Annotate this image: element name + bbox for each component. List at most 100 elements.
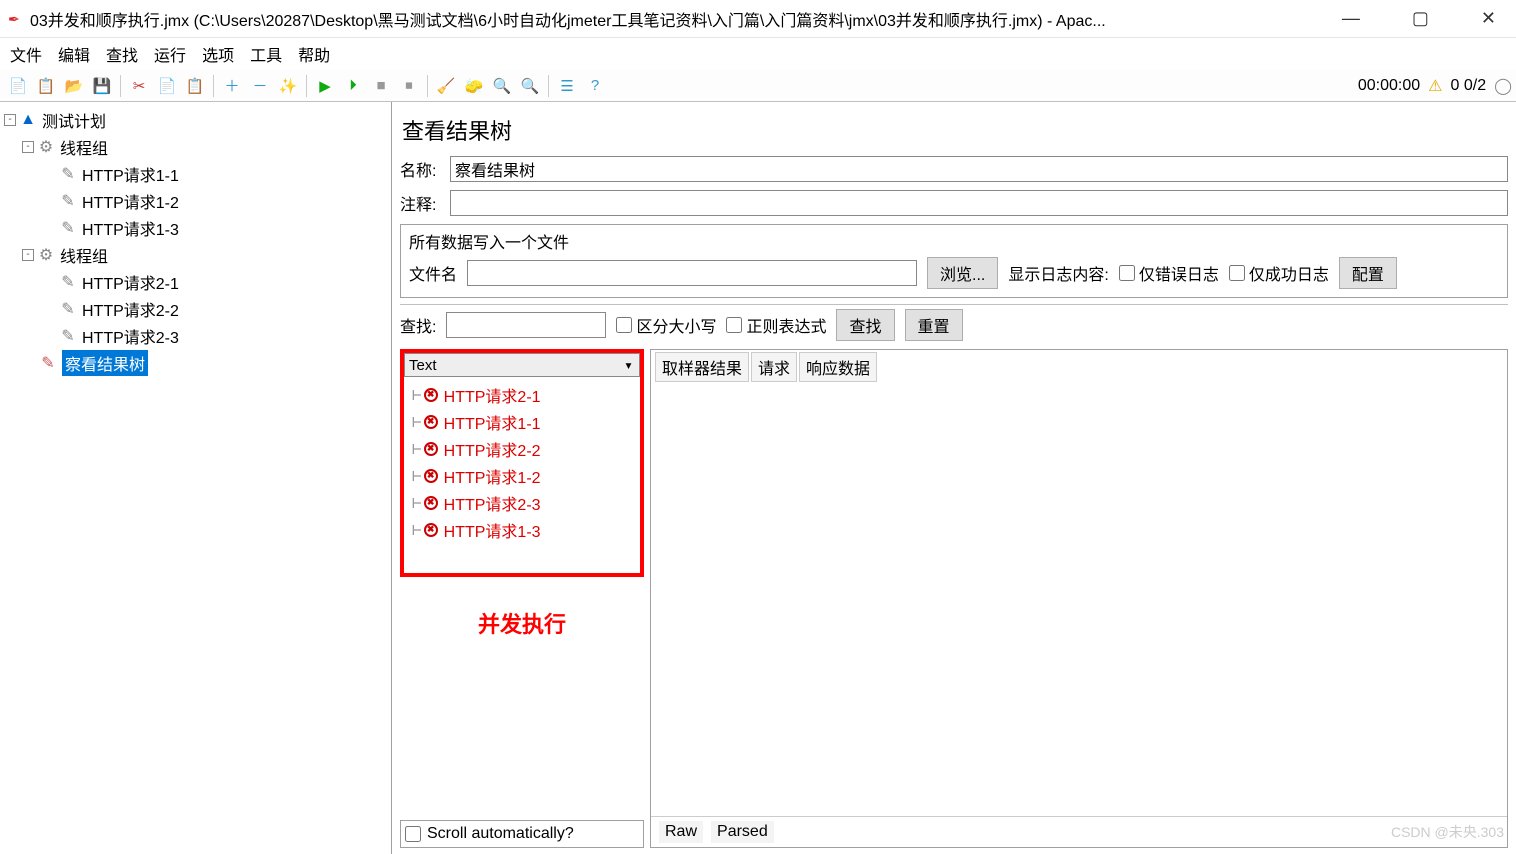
cut-icon[interactable]: ✂	[127, 74, 151, 98]
tree-node[interactable]: ✎HTTP请求1-2	[0, 187, 391, 214]
tree-toggle-icon[interactable]: -	[22, 249, 34, 261]
start-no-timers-icon[interactable]: ⏵	[341, 74, 365, 98]
name-input[interactable]	[450, 156, 1508, 182]
tab-response-data[interactable]: 响应数据	[799, 352, 877, 382]
tree-node[interactable]: -⚙线程组	[0, 241, 391, 268]
wand-icon[interactable]: ✨	[276, 74, 300, 98]
templates-icon[interactable]: 📋	[34, 74, 58, 98]
tree-node[interactable]: -▲测试计划	[0, 106, 391, 133]
thread-count: 0 0/2	[1451, 77, 1487, 95]
result-item[interactable]: ⊢✖HTTP请求1-1	[412, 408, 632, 435]
errors-only-checkbox[interactable]: 仅错误日志	[1119, 261, 1219, 285]
menu-tools[interactable]: 工具	[244, 40, 288, 68]
filename-label: 文件名	[409, 261, 457, 285]
tree-node[interactable]: ✎HTTP请求2-2	[0, 295, 391, 322]
separator	[548, 75, 549, 97]
start-icon[interactable]: ▶	[313, 74, 337, 98]
maximize-button[interactable]: ▢	[1400, 4, 1441, 33]
search-icon[interactable]: 🔍	[490, 74, 514, 98]
tree-node-label: HTTP请求2-2	[82, 297, 179, 321]
scroll-auto-checkbox[interactable]: Scroll automatically?	[400, 820, 644, 848]
error-icon: ✖	[424, 388, 438, 402]
copy-icon[interactable]: 📄	[155, 74, 179, 98]
gauge-icon[interactable]: ◯	[1494, 76, 1512, 96]
annotation-label: 并发执行	[400, 577, 644, 669]
new-icon[interactable]: 📄	[6, 74, 30, 98]
case-sensitive-checkbox[interactable]: 区分大小写	[616, 313, 716, 337]
tree-connector: ⊢	[412, 385, 422, 404]
minimize-button[interactable]: —	[1330, 4, 1372, 33]
tree-node-label: HTTP请求2-1	[82, 270, 179, 294]
stop-icon[interactable]: ■	[369, 74, 393, 98]
elapsed-timer: 00:00:00	[1358, 77, 1420, 95]
tab-sampler-result[interactable]: 取样器结果	[655, 352, 749, 382]
tree-node[interactable]: ✎ HTTP请求2-1	[0, 268, 391, 295]
result-item[interactable]: ⊢✖HTTP请求2-2	[412, 435, 632, 462]
comment-label: 注释:	[400, 191, 450, 215]
detail-panel: 查看结果树 名称: 注释: 所有数据写入一个文件 文件名 浏览... 显示日志内…	[392, 102, 1516, 854]
regex-checkbox[interactable]: 正则表达式	[726, 313, 826, 337]
search-button[interactable]: 查找	[836, 309, 894, 341]
search-input[interactable]	[446, 312, 606, 338]
http-icon: ✎	[60, 272, 76, 292]
result-tabs: 取样器结果 请求 响应数据	[651, 350, 1507, 384]
menu-options[interactable]: 选项	[196, 40, 240, 68]
renderer-select[interactable]: Text	[404, 353, 640, 377]
result-label: HTTP请求1-3	[444, 518, 541, 542]
result-label: HTTP请求1-2	[444, 464, 541, 488]
tree-node-label: HTTP请求1-1	[82, 162, 179, 186]
http-icon: ✎	[60, 164, 76, 184]
result-item[interactable]: ⊢✖HTTP请求2-1	[412, 381, 632, 408]
warning-icon[interactable]: ⚠	[1428, 76, 1442, 96]
remove-icon[interactable]: －	[248, 74, 272, 98]
tree-toggle-icon[interactable]: -	[22, 141, 34, 153]
jmeter-app-icon: ✒	[8, 11, 24, 27]
paste-icon[interactable]: 📋	[183, 74, 207, 98]
result-item[interactable]: ⊢✖HTTP请求2-3	[412, 489, 632, 516]
shutdown-icon[interactable]: ⏹	[397, 74, 421, 98]
results-area: Text ⊢✖HTTP请求2-1⊢✖HTTP请求1-1⊢✖HTTP请求2-2⊢✖…	[400, 349, 1508, 848]
success-only-checkbox[interactable]: 仅成功日志	[1229, 261, 1329, 285]
save-icon[interactable]: 💾	[90, 74, 114, 98]
separator	[213, 75, 214, 97]
help-icon[interactable]: ?	[583, 74, 607, 98]
clear-icon[interactable]: 🧹	[434, 74, 458, 98]
reset-button[interactable]: 重置	[905, 309, 963, 341]
result-item[interactable]: ⊢✖HTTP请求1-3	[412, 516, 632, 543]
test-plan-tree[interactable]: -▲测试计划-⚙线程组✎HTTP请求1-1✎HTTP请求1-2✎HTTP请求1-…	[0, 102, 392, 854]
http-icon: ✎	[60, 218, 76, 238]
menu-search[interactable]: 查找	[100, 40, 144, 68]
menu-help[interactable]: 帮助	[292, 40, 336, 68]
error-icon: ✖	[424, 442, 438, 456]
raw-tab[interactable]: Raw	[659, 821, 703, 843]
reset-search-icon[interactable]: 🔍	[518, 74, 542, 98]
tree-node[interactable]: ✎ HTTP请求1-1	[0, 160, 391, 187]
tree-node[interactable]: -⚙线程组	[0, 133, 391, 160]
clear-all-icon[interactable]: 🧽	[462, 74, 486, 98]
close-button[interactable]: ✕	[1469, 4, 1508, 33]
menu-file[interactable]: 文件	[4, 40, 48, 68]
menubar: 文件 编辑 查找 运行 选项 工具 帮助	[0, 38, 1516, 70]
tree-connector: ⊢	[412, 466, 422, 485]
parsed-tab[interactable]: Parsed	[711, 821, 774, 843]
tree-node[interactable]: ✎HTTP请求1-3	[0, 214, 391, 241]
filename-input[interactable]	[467, 260, 917, 286]
result-label: HTTP请求2-3	[444, 491, 541, 515]
thread-icon: ⚙	[38, 245, 54, 265]
add-icon[interactable]: ＋	[220, 74, 244, 98]
menu-run[interactable]: 运行	[148, 40, 192, 68]
tree-toggle-icon[interactable]: -	[4, 114, 16, 126]
results-tree[interactable]: ⊢✖HTTP请求2-1⊢✖HTTP请求1-1⊢✖HTTP请求2-2⊢✖HTTP请…	[404, 377, 640, 573]
tab-request[interactable]: 请求	[751, 352, 797, 382]
result-label: HTTP请求1-1	[444, 410, 541, 434]
result-item[interactable]: ⊢✖HTTP请求1-2	[412, 462, 632, 489]
function-helper-icon[interactable]: ☰	[555, 74, 579, 98]
open-icon[interactable]: 📂	[62, 74, 86, 98]
tree-node-label: HTTP请求2-3	[82, 324, 179, 348]
comment-input[interactable]	[450, 190, 1508, 216]
menu-edit[interactable]: 编辑	[52, 40, 96, 68]
browse-button[interactable]: 浏览...	[927, 257, 998, 289]
tree-node[interactable]: ✎HTTP请求2-3	[0, 322, 391, 349]
configure-button[interactable]: 配置	[1339, 257, 1397, 289]
tree-node[interactable]: ✎察看结果树	[0, 349, 391, 376]
